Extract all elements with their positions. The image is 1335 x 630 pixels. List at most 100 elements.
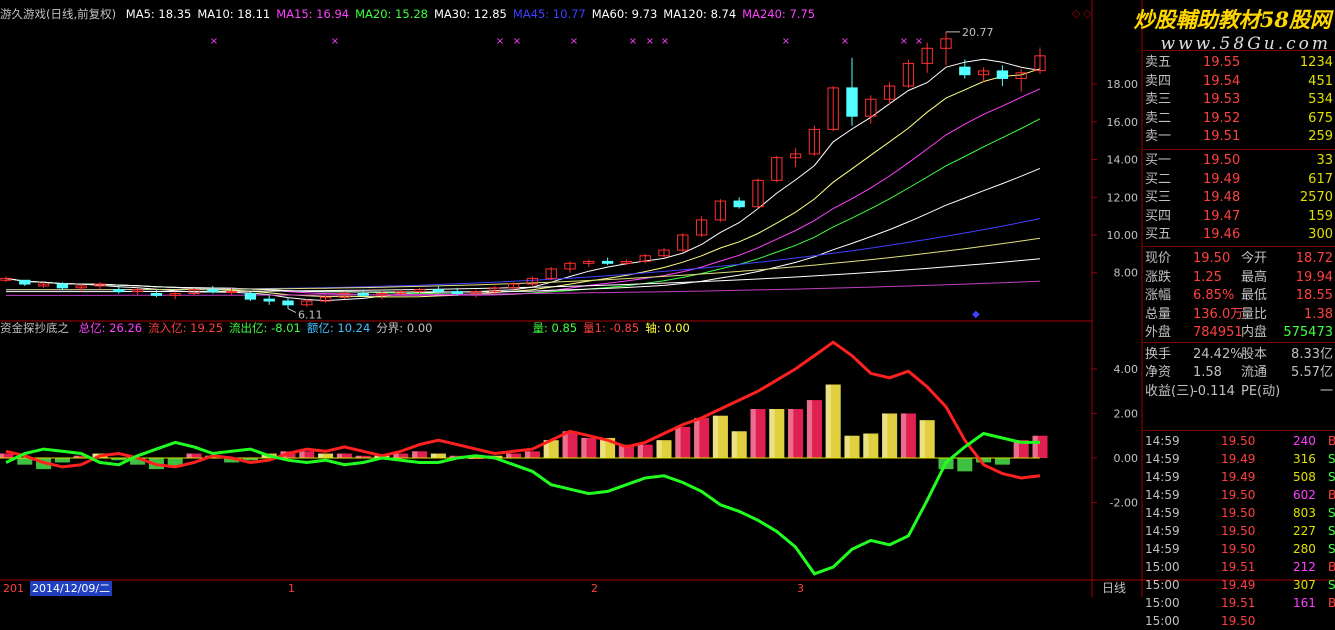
ma-line-15	[5, 88, 1041, 296]
price-tick-label: 16.00	[1107, 116, 1139, 129]
trade-side: S	[1328, 578, 1335, 592]
candle-body	[733, 200, 745, 208]
ma-line-45	[6, 218, 1041, 291]
trade-price: 19.50	[1221, 542, 1256, 556]
stat-label: 内盘	[1241, 325, 1268, 340]
volume-bar-highlight	[506, 453, 512, 458]
info-marker: ×	[331, 36, 339, 47]
candle-body	[263, 298, 275, 302]
candle-body	[113, 289, 125, 293]
trade-volume: 240	[1293, 434, 1316, 448]
volume-value-1: 量1: -0.85	[583, 321, 640, 335]
ma-label-2: MA15: 16.94	[276, 7, 350, 21]
trade-price: 19.51	[1221, 560, 1256, 574]
trade-time: 14:59	[1145, 524, 1180, 538]
volume-bar-highlight	[656, 440, 662, 458]
trade-price: 19.50	[1221, 488, 1256, 502]
candle-body	[432, 289, 445, 293]
volume-bar-highlight	[637, 444, 643, 458]
trade-side: S	[1328, 470, 1335, 484]
restore-icon: ◇	[1072, 7, 1081, 20]
candle-body	[996, 70, 1009, 79]
trade-time: 15:00	[1145, 560, 1180, 574]
trade-time: 14:59	[1145, 452, 1180, 466]
ma-label-1: MA10: 18.11	[197, 7, 271, 21]
volume-bar-highlight	[731, 431, 737, 458]
month-1: 1	[288, 582, 295, 595]
trade-time: 14:59	[1145, 434, 1180, 448]
volume-bar-highlight	[900, 413, 907, 458]
volume-bar-highlight	[336, 453, 343, 458]
price-tick-label: 12.00	[1107, 191, 1139, 204]
ma-label-6: MA60: 9.73	[591, 7, 658, 21]
period-tab[interactable]: 日线	[1102, 580, 1126, 597]
trade-row: 14:59 19.49 316 S	[1143, 450, 1335, 468]
candle-body	[357, 292, 369, 296]
trade-volume: 602	[1293, 488, 1316, 502]
ma-label-0: MA5: 18.35	[125, 7, 192, 21]
volume-bar-highlight	[919, 420, 925, 458]
ma-line-30	[5, 167, 1041, 293]
volume-bar	[54, 458, 70, 463]
axis-prefix: 201	[3, 582, 24, 595]
trade-side: S	[1328, 506, 1335, 520]
trade-row: 15:00 19.51 212 B	[1143, 558, 1335, 576]
candle-body	[846, 87, 858, 117]
info-marker: ×	[496, 36, 504, 47]
ma-label-5: MA45: 10.77	[512, 7, 586, 21]
indicator-tick-label: -2.00	[1110, 497, 1138, 510]
stat-label: 外盘	[1145, 325, 1172, 340]
ma-label-3: MA20: 15.28	[355, 7, 428, 21]
volume-bar-highlight	[769, 409, 775, 458]
trade-time: 14:59	[1145, 488, 1180, 502]
volume-bar-highlight	[788, 409, 794, 458]
info-marker: ×	[513, 36, 521, 47]
price-tick-label: 18.00	[1107, 78, 1139, 91]
stat-value: -0.114	[1193, 383, 1235, 399]
candle-body	[56, 283, 69, 289]
bid-row[interactable]: 买五 19.46 300	[1143, 224, 1335, 245]
volume-bar-highlight	[581, 437, 587, 458]
indicator-name: 资金探抄底之	[0, 321, 69, 335]
ask-row[interactable]: 卖一 19.51 259	[1143, 126, 1335, 147]
trade-side: S	[1328, 452, 1335, 466]
indicator-value-1: 流入亿: 19.25	[148, 321, 224, 335]
stat-row: 收益(三) -0.114 PE(动) 一	[1143, 381, 1335, 402]
indicator-tick-label: 2.00	[1114, 407, 1139, 420]
candle-body	[19, 279, 31, 285]
volume-bar-highlight	[825, 384, 831, 458]
level-label: 买五	[1145, 227, 1172, 242]
indicator-value-0: 总亿: 26.26	[78, 321, 143, 335]
trade-price: 19.49	[1221, 578, 1256, 592]
stat-value: 一	[1319, 383, 1333, 399]
level-price: 19.51	[1203, 129, 1241, 144]
volume-bar-highlight	[863, 433, 869, 458]
indicator-value-2: 流出亿: -8.01	[229, 321, 301, 335]
trade-price: 19.50	[1221, 524, 1256, 538]
trade-side: B	[1328, 488, 1335, 502]
stat-value: 575473	[1283, 325, 1333, 340]
bottom-axis: 201 2014/12/09/二 1 2 3 日线	[0, 580, 1142, 597]
ma-line-10	[5, 68, 1041, 298]
volume-bar-highlight	[882, 413, 888, 458]
trade-side: S	[1328, 542, 1335, 556]
trade-price: 19.50	[1221, 614, 1256, 628]
ma-label-7: MA120: 8.74	[663, 7, 737, 21]
trade-price: 19.49	[1221, 470, 1256, 484]
candle-body	[150, 292, 163, 296]
price-chart-header: 游久游戏(日线,前复权) MA5: 18.35 MA10: 18.11 MA15: …	[0, 6, 821, 22]
trade-volume: 212	[1293, 560, 1316, 574]
trade-time: 14:59	[1145, 542, 1180, 556]
info-marker: ×	[915, 36, 923, 47]
volume-bar-highlight	[186, 453, 192, 458]
close-icon: ◇	[1083, 7, 1092, 20]
volume-bar-highlight	[299, 451, 305, 458]
trade-time: 15:00	[1145, 614, 1180, 628]
volume-bar-highlight	[1032, 435, 1038, 458]
volume-bar	[994, 458, 1010, 465]
volume-bar	[957, 458, 973, 472]
indicator-tick-label: 4.00	[1114, 363, 1139, 376]
trade-row: 14:59 19.50 240 B	[1143, 432, 1335, 450]
level-label: 卖一	[1145, 129, 1172, 144]
candle-body	[244, 292, 257, 300]
